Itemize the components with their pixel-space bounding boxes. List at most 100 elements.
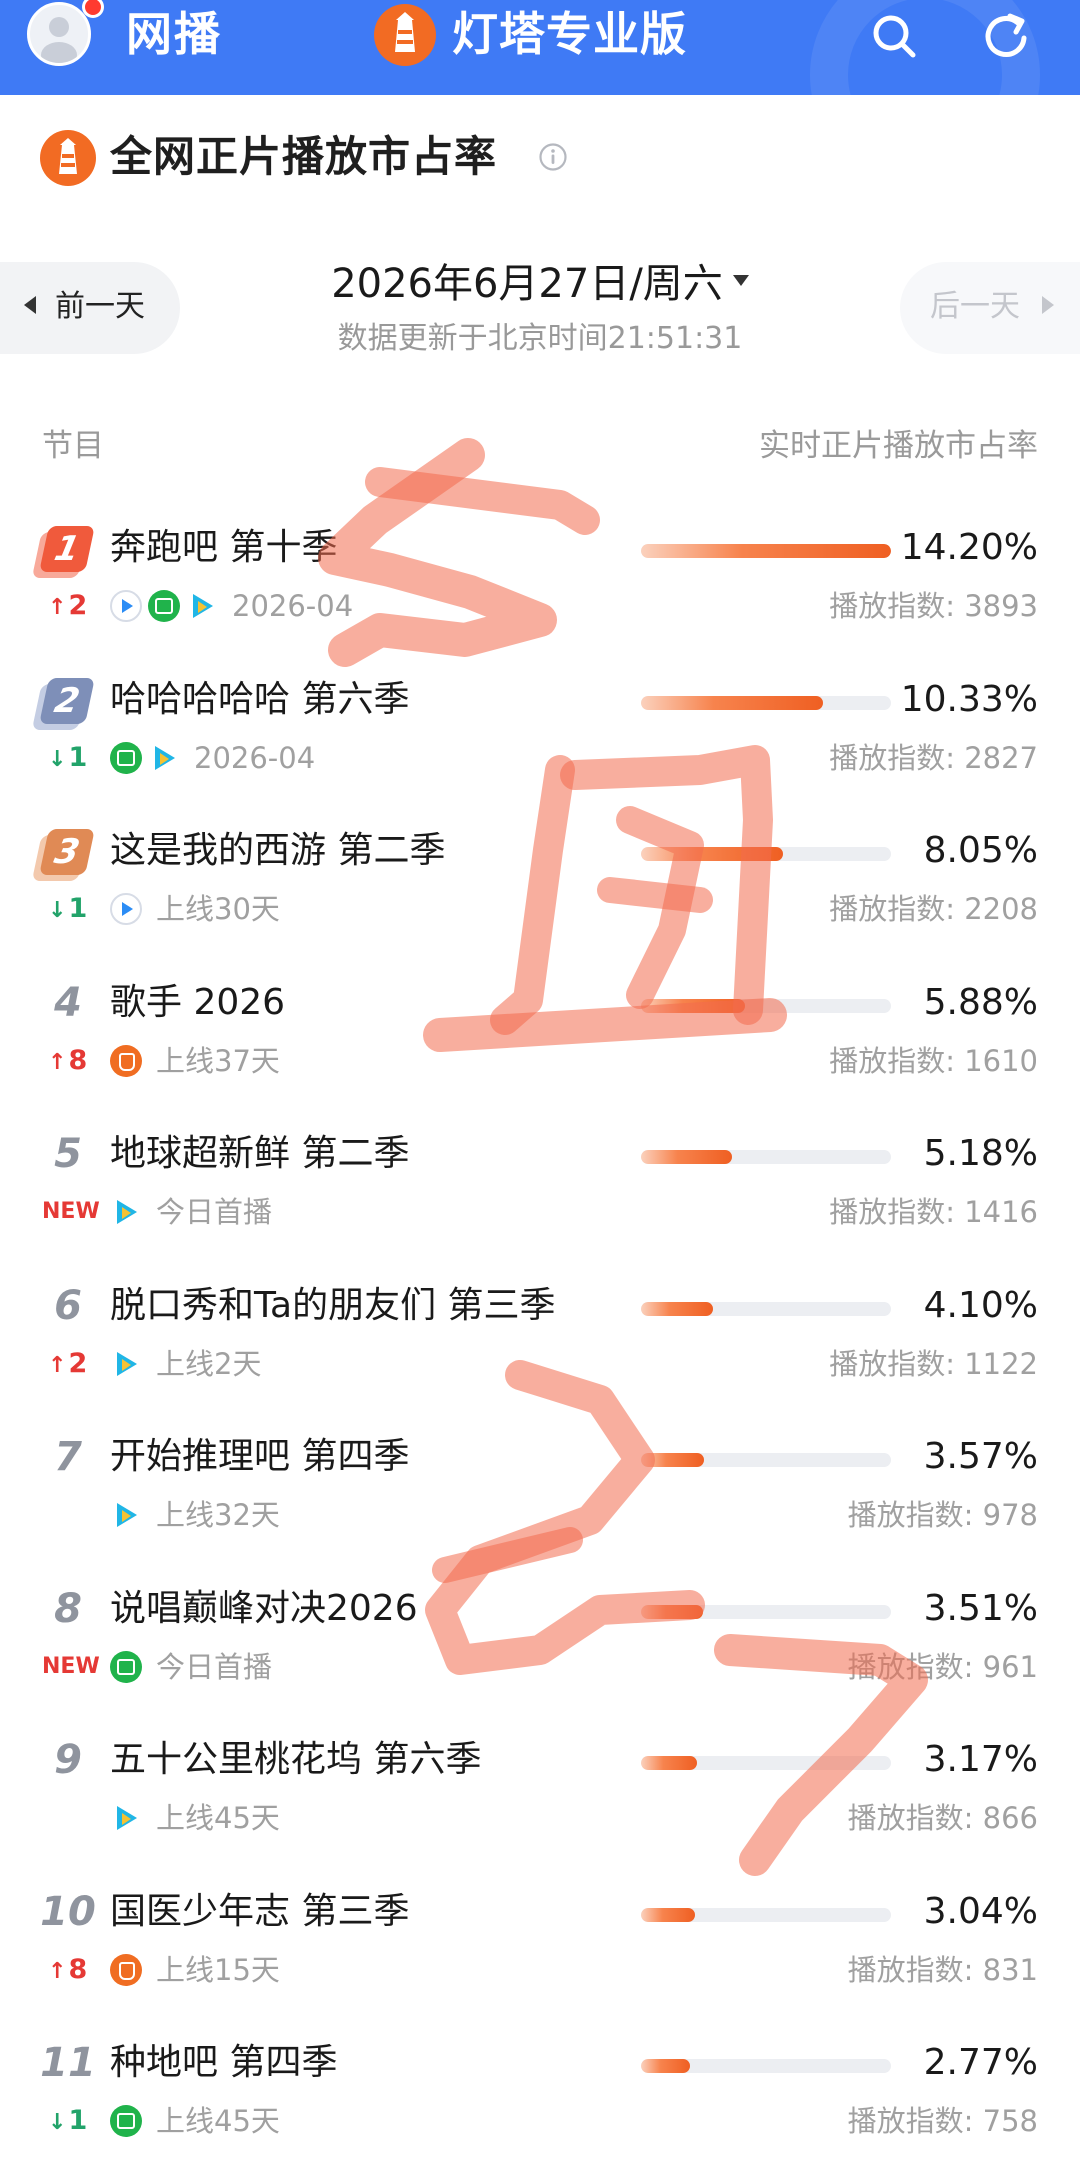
next-day-button[interactable]: 后一天: [900, 262, 1080, 354]
iqiyi-platform-icon: [110, 741, 142, 774]
list-item[interactable]: 11 种地吧 第四季 ↓1 上线45天 2.77% 播放指数: 758: [0, 2023, 1080, 2175]
rank-change-value: 2: [68, 1347, 88, 1379]
rank-change: ↓1: [48, 2101, 87, 2143]
play-index: 播放指数: 2827: [829, 740, 1038, 775]
rank-change: ↑2: [48, 1344, 87, 1386]
play-index: 播放指数: 1416: [829, 1195, 1038, 1229]
share-bar: [641, 695, 891, 710]
platform-list: 上线45天: [110, 1800, 280, 1836]
share-value: 14.20%: [900, 527, 1038, 568]
rank-number: 1: [39, 526, 95, 572]
share-value: 5.18%: [923, 1133, 1038, 1174]
release-info: 2026-04: [194, 740, 316, 775]
tencent-platform-icon: [110, 1499, 142, 1531]
iqiyi-platform-icon: [148, 590, 180, 622]
search-icon[interactable]: [866, 8, 922, 64]
arrow-up-icon: ↑: [48, 1352, 67, 1378]
share-value: 3.17%: [923, 1739, 1038, 1780]
list-item[interactable]: 4 歌手 2026 ↑8 上线37天 5.88% 播放指数: 1610: [0, 963, 1080, 1115]
notification-dot: [82, 0, 104, 18]
share-bar: [641, 1907, 891, 1922]
rank-number: 2: [39, 677, 95, 724]
list-item[interactable]: 1 奔跑吧 第十季 ↑2 2026-04 14.20% 播放指数: 3893: [0, 508, 1080, 660]
program-title[interactable]: 歌手 2026: [110, 977, 285, 1029]
share-bar-fill: [641, 2059, 690, 2073]
program-title[interactable]: 脱口秀和Ta的朋友们 第三季: [110, 1280, 556, 1332]
share-value: 8.05%: [923, 830, 1038, 871]
caret-down-icon: [732, 274, 749, 286]
list-item[interactable]: 2 哈哈哈哈哈 第六季 ↓1 2026-04 10.33% 播放指数: 2827: [0, 660, 1080, 812]
tencent-platform-icon: [110, 1802, 142, 1834]
program-title[interactable]: 哈哈哈哈哈 第六季: [110, 674, 409, 726]
share-value: 3.57%: [923, 1436, 1038, 1477]
list-item[interactable]: 3 这是我的西游 第二季 ↓1 上线30天 8.05% 播放指数: 2208: [0, 811, 1080, 963]
program-title[interactable]: 种地吧 第四季: [110, 2037, 337, 2089]
arrow-down-icon: ↓: [48, 898, 67, 923]
tencent-platform-icon: [148, 742, 180, 774]
list-item[interactable]: 5 地球超新鲜 第二季 NEW 今日首播 5.18% 播放指数: 1416: [0, 1114, 1080, 1266]
avatar[interactable]: [27, 2, 91, 66]
refresh-icon[interactable]: [978, 8, 1034, 64]
arrow-down-icon: ↓: [48, 746, 67, 772]
rank-change: ↓1: [48, 889, 87, 931]
share-bar: [641, 1150, 891, 1164]
list-item[interactable]: 10 国医少年志 第三季 ↑8 上线15天 3.04% 播放指数: 831: [0, 1872, 1080, 2024]
platform-list: 上线32天: [110, 1497, 280, 1533]
program-title[interactable]: 地球超新鲜 第二季: [110, 1128, 409, 1180]
channel-tab[interactable]: 网播: [126, 6, 222, 62]
program-title[interactable]: 开始推理吧 第四季: [110, 1431, 409, 1483]
share-bar: [641, 1604, 891, 1619]
share-bar: [641, 1453, 891, 1467]
release-info: 今日首播: [156, 1649, 273, 1684]
rank-number: 3: [39, 829, 95, 875]
share-bar-fill: [641, 1907, 695, 1922]
list-item[interactable]: 9 五十公里桃花坞 第六季 上线45天 3.17% 播放指数: 866: [0, 1720, 1080, 1872]
platform-list: 上线45天: [110, 2103, 280, 2139]
lighthouse-icon: [40, 130, 96, 186]
program-title[interactable]: 国医少年志 第三季: [110, 1886, 409, 1938]
share-bar: [641, 847, 891, 861]
program-title[interactable]: 这是我的西游 第二季: [110, 825, 445, 877]
share-bar: [641, 2059, 891, 2073]
release-info: 上线15天: [156, 1952, 280, 1987]
youku-platform-icon: [110, 893, 142, 925]
rank-number: 5: [54, 1131, 82, 1177]
release-info: 上线32天: [156, 1498, 280, 1532]
platform-list: 上线30天: [110, 891, 280, 927]
rank-change-value: 8: [68, 1044, 88, 1076]
rank-change-value: 1: [68, 893, 88, 924]
play-index: 播放指数: 866: [847, 1801, 1038, 1835]
share-bar: [641, 544, 891, 558]
share-bar-fill: [641, 847, 783, 861]
play-index: 播放指数: 758: [847, 2104, 1038, 2138]
program-title[interactable]: 说唱巅峰对决2026: [110, 1583, 418, 1635]
brand-title: 灯塔专业版: [452, 7, 687, 61]
tencent-platform-icon: [110, 1196, 142, 1228]
release-info: 上线45天: [156, 1801, 280, 1835]
list-item[interactable]: 7 开始推理吧 第四季 上线32天 3.57% 播放指数: 978: [0, 1417, 1080, 1569]
release-info: 上线30天: [156, 892, 280, 926]
next-day-label: 后一天: [930, 289, 1020, 324]
date-text: 2026年6月27日/周六: [331, 261, 723, 307]
arrow-up-icon: ↑: [48, 1049, 67, 1075]
share-value: 5.88%: [923, 981, 1038, 1023]
program-title[interactable]: 五十公里桃花坞 第六季: [110, 1734, 481, 1786]
rank-number: 10: [40, 1888, 96, 1935]
share-value: 3.04%: [923, 1890, 1038, 1932]
rank-number: 4: [54, 979, 82, 1026]
list-item[interactable]: 8 说唱巅峰对决2026 NEW 今日首播 3.51% 播放指数: 961: [0, 1569, 1080, 1721]
program-title[interactable]: 奔跑吧 第十季: [110, 522, 337, 574]
list-item[interactable]: 6 脱口秀和Ta的朋友们 第三季 ↑2 上线2天 4.10% 播放指数: 1122: [0, 1266, 1080, 1418]
share-bar: [641, 1301, 891, 1316]
play-index: 播放指数: 978: [847, 1498, 1038, 1532]
platform-list: 上线37天: [110, 1043, 280, 1079]
share-bar: [641, 998, 891, 1013]
rank-number: 6: [54, 1282, 82, 1329]
rank-change: ↑8: [48, 1950, 87, 1992]
arrow-down-icon: ↓: [48, 2110, 67, 2135]
share-value: 2.77%: [923, 2042, 1038, 2083]
iqiyi-platform-icon: [110, 2105, 142, 2137]
lighthouse-logo-icon: [374, 4, 436, 66]
rank-number: 11: [40, 2040, 96, 2086]
info-icon[interactable]: [538, 142, 568, 172]
